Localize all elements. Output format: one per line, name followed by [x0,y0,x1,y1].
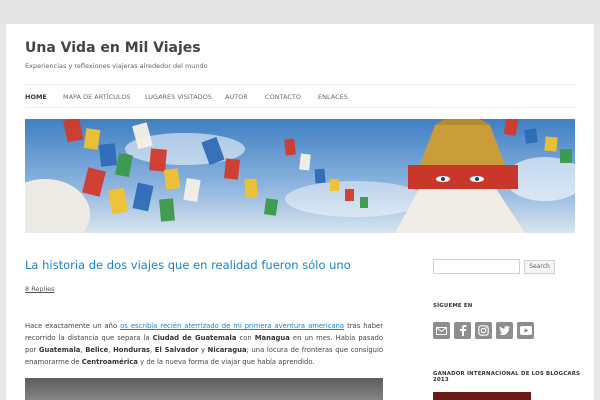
follow-widget-title: SÍGUEME EN [433,303,473,309]
main-navigation: HOME MAPA DE ARTÍCULOS LUGARES VISITADOS… [25,84,575,108]
nav-item-mapa-de-articulos[interactable]: MAPA DE ARTÍCULOS [63,93,131,101]
place-name: Ciudad de Guatemala [152,334,237,342]
email-icon[interactable] [433,322,450,339]
post-inline-link[interactable]: os escribía recién aterrizado de mi prim… [120,322,344,330]
site-description: Experiencias y reflexiones viajeras alre… [25,62,208,70]
nav-item-home[interactable]: HOME [25,93,47,101]
award-widget-title: GANADOR INTERNACIONAL DE LOS BLOGCARS 20… [433,371,581,383]
place-name: Guatemala [38,346,81,354]
post-featured-image [25,378,383,400]
search-button[interactable]: Search [524,260,555,274]
place-name: Belice [85,346,109,354]
instagram-icon[interactable] [475,322,492,339]
page-container: Una Vida en Mil Viajes Experiencias y re… [6,24,594,400]
award-badge-image [433,392,531,400]
twitter-icon[interactable] [496,322,513,339]
place-name: El Salvador [154,346,199,354]
place-name: Managua [254,334,290,342]
place-name: Nicaragua [207,346,247,354]
search-input[interactable] [433,259,520,274]
site-title[interactable]: Una Vida en Mil Viajes [25,40,201,56]
post-title[interactable]: La historia de dos viajes que en realida… [25,258,351,272]
post-text: con [236,334,255,342]
nav-item-enlaces[interactable]: ENLACES [318,93,348,101]
nav-item-contacto[interactable]: CONTACTO [265,93,301,101]
post-text: y [198,346,208,354]
post-excerpt: Hace exactamente un año os escribía reci… [25,320,383,368]
place-name: Centroamérica [81,358,138,366]
youtube-icon[interactable] [517,322,534,339]
post-text: y de la nueva forma de viajar que había … [138,358,315,366]
nav-item-autor[interactable]: AUTOR [225,93,248,101]
header-banner-image [25,119,575,233]
post-text: Hace exactamente un año [25,322,121,330]
nav-item-lugares-visitados[interactable]: LUGARES VISITADOS [145,93,212,101]
replies-link[interactable]: 8 Replies [25,285,55,293]
facebook-icon[interactable] [454,322,471,339]
place-name: Honduras [113,346,150,354]
